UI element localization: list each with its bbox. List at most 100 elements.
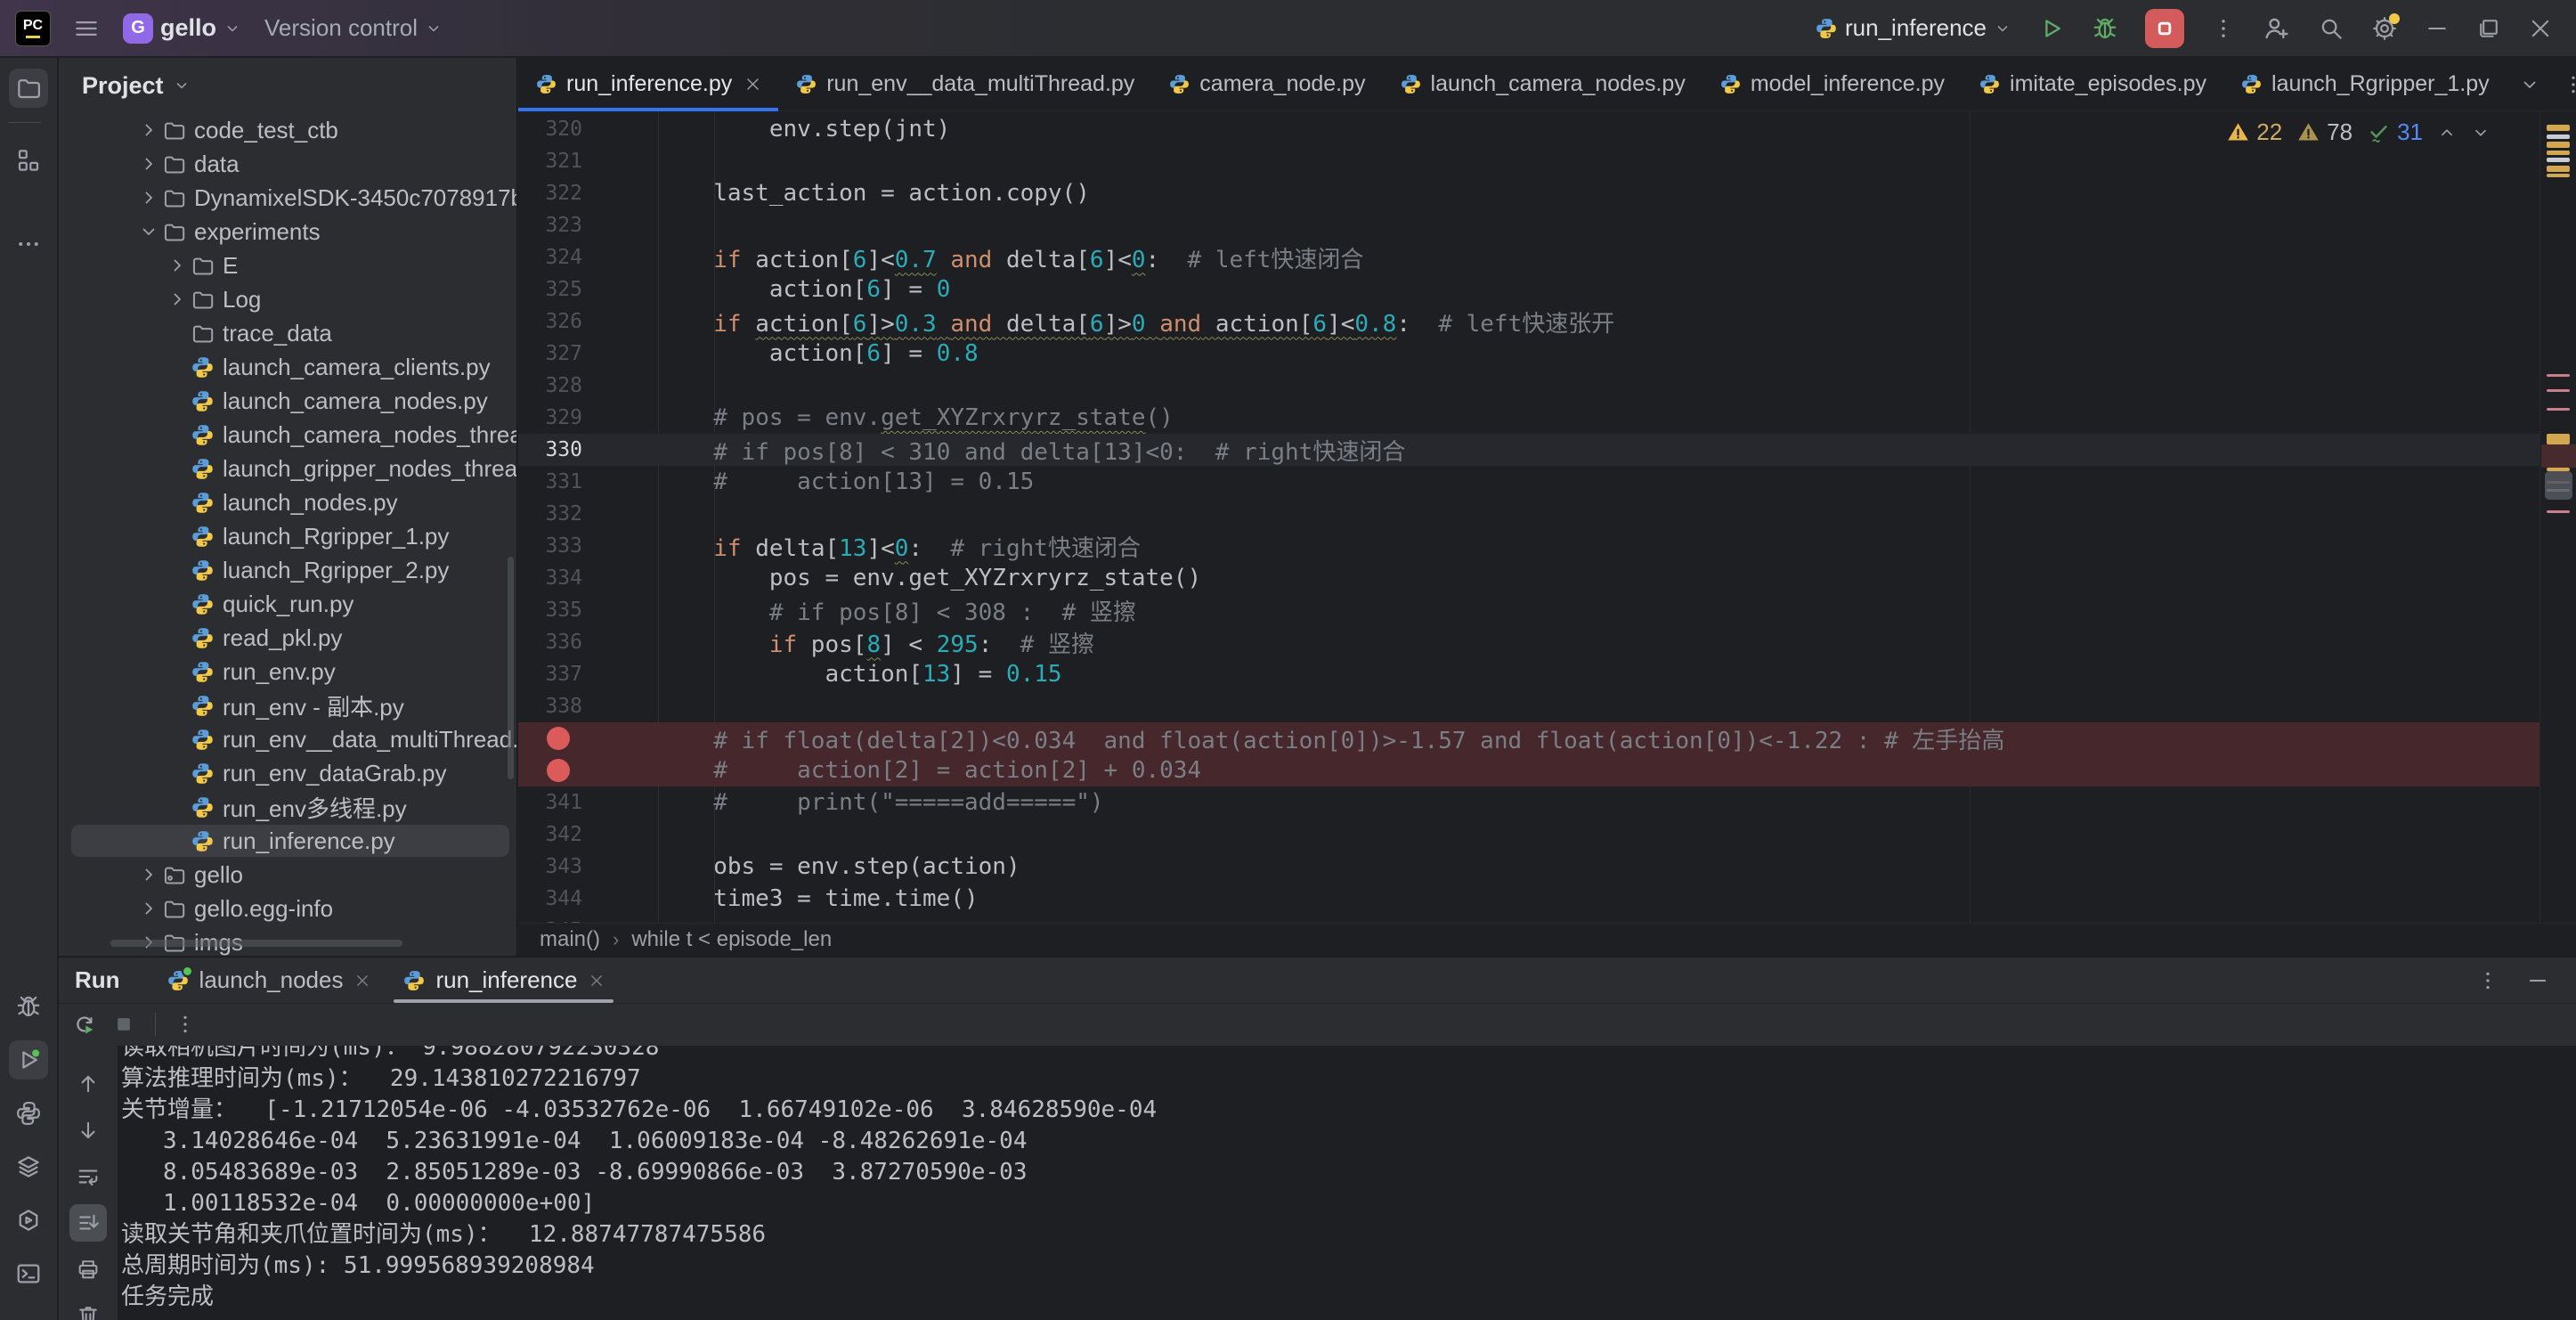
editor-tab[interactable]: imitate_episodes.py [1962,58,2223,110]
previous-problem-icon[interactable] [2437,123,2457,143]
line-number-gutter[interactable]: 334 [518,566,602,590]
tree-item[interactable]: run_env__data_multiThread.py [59,722,516,756]
terminal-tool-button[interactable] [9,1254,48,1293]
next-occurrence-button[interactable] [69,1112,107,1149]
line-number-gutter[interactable]: 326 [518,310,602,333]
tree-item[interactable]: Log [59,282,516,316]
chevron-right-icon[interactable] [135,187,162,208]
settings-gear-icon[interactable] [2371,15,2398,42]
line-number-gutter[interactable]: 322 [518,182,602,205]
line-number-gutter[interactable]: 335 [518,599,602,622]
line-number-gutter[interactable]: 332 [518,502,602,526]
line-number-gutter[interactable]: 330 [518,438,602,461]
line-number-gutter[interactable]: 331 [518,470,602,493]
project-tool-button[interactable] [9,69,48,108]
tab-options-icon[interactable] [2562,73,2576,96]
run-console[interactable]: 读取相机图片时间为(ms)： 9.988280792230328算法推理时间为(… [118,1046,2576,1320]
hidden-tabs-chevron-icon[interactable] [2519,74,2540,95]
python-console-tool-button[interactable] [9,1094,48,1133]
line-number-gutter[interactable]: 327 [518,342,602,365]
add-user-icon[interactable] [2263,14,2291,43]
structure-tool-button[interactable] [9,141,48,180]
version-control-menu[interactable]: Version control [264,14,443,42]
hide-tool-window-icon[interactable] [2526,969,2549,992]
chevron-right-icon[interactable] [135,153,162,175]
close-icon[interactable] [744,76,761,93]
editor-tab[interactable]: camera_node.py [1151,58,1382,110]
chevron-right-icon[interactable] [135,119,162,141]
error-stripe[interactable] [2539,111,2576,923]
chevron-right-icon[interactable] [135,898,162,919]
next-problem-icon[interactable] [2471,123,2491,143]
line-number-gutter[interactable]: 325 [518,278,602,301]
more-tool-button[interactable] [9,224,48,264]
previous-occurrence-button[interactable] [69,1065,107,1103]
debug-button[interactable] [2092,15,2118,42]
line-number-gutter[interactable]: 341 [518,791,602,814]
line-number-gutter[interactable]: 320 [518,118,602,141]
line-number-gutter[interactable]: 342 [518,823,602,846]
close-button[interactable] [2528,16,2553,41]
tree-item[interactable]: data [59,147,516,181]
python-packages-tool-button[interactable] [9,1201,48,1240]
chevron-right-icon[interactable] [164,255,191,276]
line-number-gutter[interactable]: 337 [518,663,602,686]
tree-item[interactable]: trace_data [59,316,516,350]
tree-item[interactable]: launch_camera_nodes.py [59,384,516,418]
line-number-gutter[interactable]: 343 [518,855,602,878]
services-tool-button[interactable] [9,1147,48,1186]
run-panel-options-icon[interactable] [2476,969,2499,992]
line-number-gutter[interactable]: 336 [518,631,602,654]
tree-item[interactable]: run_env - 副本.py [59,689,516,722]
run-tab[interactable]: run_inference [386,957,621,1003]
run-configuration-select[interactable]: run_inference [1815,14,2011,42]
tree-item[interactable]: run_env.py [59,655,516,689]
tree-item[interactable]: launch_nodes.py [59,485,516,519]
rerun-button[interactable] [71,1011,98,1038]
stop-button[interactable] [2145,9,2184,48]
close-icon[interactable] [589,973,605,989]
inspections-widget[interactable]: 22 78 31 [2226,118,2491,146]
code-editor[interactable]: 320 env.step(jnt)321322 last_action = ac… [518,111,2576,923]
tree-item[interactable]: quick_run.py [59,587,516,621]
tree-item[interactable]: read_pkl.py [59,621,516,655]
search-icon[interactable] [2318,15,2344,42]
line-number-gutter[interactable]: 338 [518,695,602,718]
line-number-gutter[interactable]: 321 [518,150,602,173]
tree-item[interactable]: DynamixelSDK-3450c7078917b262d9b360 [59,181,516,215]
tree-item[interactable]: run_env_dataGrab.py [59,756,516,790]
line-number-gutter[interactable]: 323 [518,214,602,237]
line-number-gutter[interactable]: 324 [518,246,602,269]
line-number-gutter[interactable]: 344 [518,887,602,910]
tree-item[interactable]: E [59,249,516,282]
minimize-button[interactable] [2425,16,2450,41]
chevron-right-icon[interactable] [135,864,162,885]
editor-scrollbar-thumb[interactable] [2545,471,2572,500]
print-button[interactable] [69,1251,107,1288]
line-number-gutter[interactable]: 333 [518,534,602,558]
tree-item[interactable]: launch_camera_clients.py [59,350,516,384]
soft-wrap-button[interactable] [69,1158,107,1195]
breakpoint-dot[interactable] [547,759,570,782]
project-panel-header[interactable]: Project [59,58,516,113]
run-tool-button[interactable] [9,1040,48,1080]
editor-tab[interactable]: launch_Rgripper_1.py [2223,58,2507,110]
editor-tab[interactable]: run_inference.py [518,58,778,110]
editor-tab[interactable]: run_env__data_multiThread.py [778,58,1151,110]
tree-vertical-scrollbar[interactable] [508,557,514,779]
tree-item[interactable]: run_inference.py [59,824,516,858]
line-number-gutter[interactable]: 345 [518,919,602,923]
line-number-gutter[interactable]: 329 [518,406,602,429]
clear-button[interactable] [69,1297,107,1320]
maximize-button[interactable] [2476,16,2501,41]
close-icon[interactable] [354,973,370,989]
editor-tab[interactable]: model_inference.py [1702,58,1962,110]
run-tab[interactable]: launch_nodes [150,957,387,1003]
stop-process-button[interactable] [110,1011,137,1038]
main-menu-icon[interactable] [73,15,100,42]
tree-item[interactable]: gello.egg-info [59,892,516,925]
line-number-gutter[interactable] [518,727,602,750]
tree-item[interactable]: luanch_Rgripper_2.py [59,553,516,587]
scroll-to-end-button[interactable] [69,1204,107,1242]
debug-tool-button[interactable] [9,987,48,1026]
